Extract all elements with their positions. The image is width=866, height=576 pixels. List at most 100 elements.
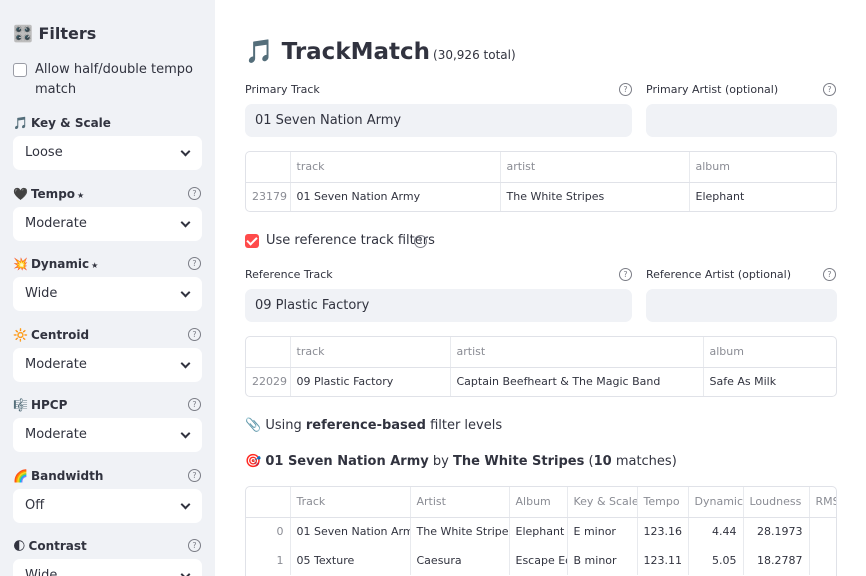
chevron-down-icon (180, 569, 191, 576)
table-header-cell[interactable]: Artist (410, 487, 510, 518)
dynamic-help-icon[interactable]: ? (188, 257, 201, 270)
table-cell: 0 (809, 546, 836, 575)
table-header-cell[interactable]: artist (450, 337, 704, 368)
paperclip-icon: 📎 (245, 418, 262, 433)
table-header-cell[interactable]: Album (509, 487, 568, 518)
hpcp-value: Moderate (25, 427, 87, 442)
target-icon: 🎯 (245, 454, 262, 469)
hpcp-select[interactable]: Moderate (13, 418, 202, 452)
filter-mode-suffix: filter levels (430, 418, 503, 433)
tempo-label: 🖤 Tempo ★ (13, 187, 84, 201)
bandwidth-select[interactable]: Off (13, 489, 202, 523)
table-cell: Elephant (509, 517, 568, 546)
centroid-label-text: Centroid (30, 328, 90, 342)
table-header-cell[interactable]: Dynamic (688, 487, 744, 518)
table-row[interactable]: 1 05 Texture Caesura Escape Equ B minor … (246, 546, 836, 575)
primary-artist-label: Primary Artist (optional) (646, 83, 779, 96)
sidebar-title-text: Filters (38, 24, 97, 43)
black-heart-icon: 🖤 (13, 187, 28, 201)
table-header-cell[interactable]: track (290, 152, 501, 183)
table-header-cell[interactable]: artist (500, 152, 690, 183)
table-row[interactable]: 0 01 Seven Nation Army The White Stripes… (246, 517, 836, 546)
row-index: 23179 (246, 182, 291, 211)
primary-track-help-icon[interactable]: ? (619, 83, 632, 96)
table-cell: Elephant (695, 190, 745, 204)
chevron-down-icon (180, 217, 191, 228)
table-header-cell[interactable]: album (689, 152, 836, 183)
contrast-help-icon[interactable]: ? (188, 539, 201, 552)
control-knobs-icon: 🎛️ (13, 24, 33, 43)
tempo-help-icon[interactable]: ? (188, 187, 201, 200)
table-header-cell (246, 152, 291, 183)
reference-artist-input[interactable] (646, 289, 837, 322)
centroid-label: 🔆 Centroid (13, 328, 89, 342)
primary-track-table: track artist album 23179 01 Seven Nation… (245, 151, 837, 212)
primary-track-input[interactable]: 01 Seven Nation Army (245, 104, 632, 137)
key-scale-value: Loose (25, 145, 63, 160)
filter-mode-info: 📎 Using reference-based filter levels (245, 418, 502, 433)
table-row[interactable]: 22029 09 Plastic Factory Captain Beefhea… (246, 367, 836, 396)
half-double-tempo-checkbox[interactable]: Allow half/double tempo match (13, 60, 203, 100)
key-scale-label: 🎵 Key & Scale (13, 116, 111, 130)
table-cell: 05 Texture (290, 546, 411, 575)
primary-artist-help-icon[interactable]: ? (823, 83, 836, 96)
contrast-select[interactable]: Wide (13, 559, 202, 576)
sidebar: 🎛️ Filters Allow half/double tempo match… (0, 0, 215, 576)
table-cell: 4.44 (688, 517, 744, 546)
rainbow-icon: 🌈 (13, 469, 28, 483)
chevron-down-icon (180, 287, 191, 298)
reference-track-help-icon[interactable]: ? (619, 268, 632, 281)
table-row[interactable]: 23179 01 Seven Nation Army The White Str… (246, 182, 836, 211)
use-reference-label: Use reference track filters (266, 233, 435, 248)
table-header-cell[interactable]: album (703, 337, 836, 368)
star-icon: ★ (77, 191, 85, 200)
table-cell: E minor (567, 517, 638, 546)
bandwidth-help-icon[interactable]: ? (188, 469, 201, 482)
contrast-label: 🌓 Contrast (13, 539, 87, 553)
table-cell: 5.05 (688, 546, 744, 575)
reference-track-table: track artist album 22029 09 Plastic Fact… (245, 336, 837, 397)
music-note-icon: 🎵 (13, 116, 28, 130)
hpcp-help-icon[interactable]: ? (188, 398, 201, 411)
chevron-down-icon (180, 146, 191, 157)
table-header-cell[interactable]: track (290, 337, 451, 368)
reference-track-input[interactable]: 09 Plastic Factory (245, 289, 632, 322)
page-title-text: TrackMatch (281, 39, 431, 65)
table-cell: Caesura (410, 546, 510, 575)
results-track: 01 Seven Nation Army (265, 454, 429, 469)
results-table[interactable]: Track Artist Album Key & Scale Tempo Dyn… (245, 486, 837, 576)
checkbox-box[interactable] (13, 63, 27, 77)
table-header-cell[interactable]: Key & Scale (567, 487, 638, 518)
filter-mode-bold: reference-based (305, 418, 426, 433)
table-header-row: track artist album (246, 152, 836, 183)
table-cell: Captain Beefheart & The Magic Band (450, 367, 704, 396)
table-cell: 01 Seven Nation Army (290, 182, 501, 211)
bright-sun-icon: 🔆 (13, 328, 28, 342)
key-scale-label-text: Key & Scale (30, 116, 111, 130)
reference-artist-help-icon[interactable]: ? (823, 268, 836, 281)
reference-artist-label: Reference Artist (optional) (646, 268, 792, 281)
dynamic-label: 💥 Dynamic ★ (13, 257, 98, 271)
total-count: (30,926 total) (433, 48, 516, 62)
use-reference-checkbox[interactable] (245, 234, 259, 248)
hpcp-label-text: HPCP (30, 398, 68, 412)
page-title: 🎵 TrackMatch (30,926 total) (245, 38, 516, 65)
tempo-select[interactable]: Moderate (13, 207, 202, 241)
use-reference-help-icon[interactable]: ? (414, 235, 427, 248)
table-header-cell[interactable]: RMS E (809, 487, 836, 518)
table-header-cell[interactable]: Loudness (743, 487, 810, 518)
centroid-help-icon[interactable]: ? (188, 328, 201, 341)
table-cell: Escape Equ (509, 546, 568, 575)
dynamic-value: Wide (25, 286, 58, 301)
table-header-cell[interactable]: Track (290, 487, 411, 518)
primary-artist-input[interactable] (646, 104, 837, 137)
dynamic-select[interactable]: Wide (13, 277, 202, 311)
table-cell: 28.1973 (743, 517, 810, 546)
centroid-select[interactable]: Moderate (13, 348, 202, 382)
table-cell: 18.2787 (743, 546, 810, 575)
bandwidth-value: Off (25, 498, 45, 513)
table-cell: B minor (567, 546, 638, 575)
row-index: 22029 (246, 367, 291, 396)
key-scale-select[interactable]: Loose (13, 136, 202, 170)
table-header-cell[interactable]: Tempo (637, 487, 689, 518)
